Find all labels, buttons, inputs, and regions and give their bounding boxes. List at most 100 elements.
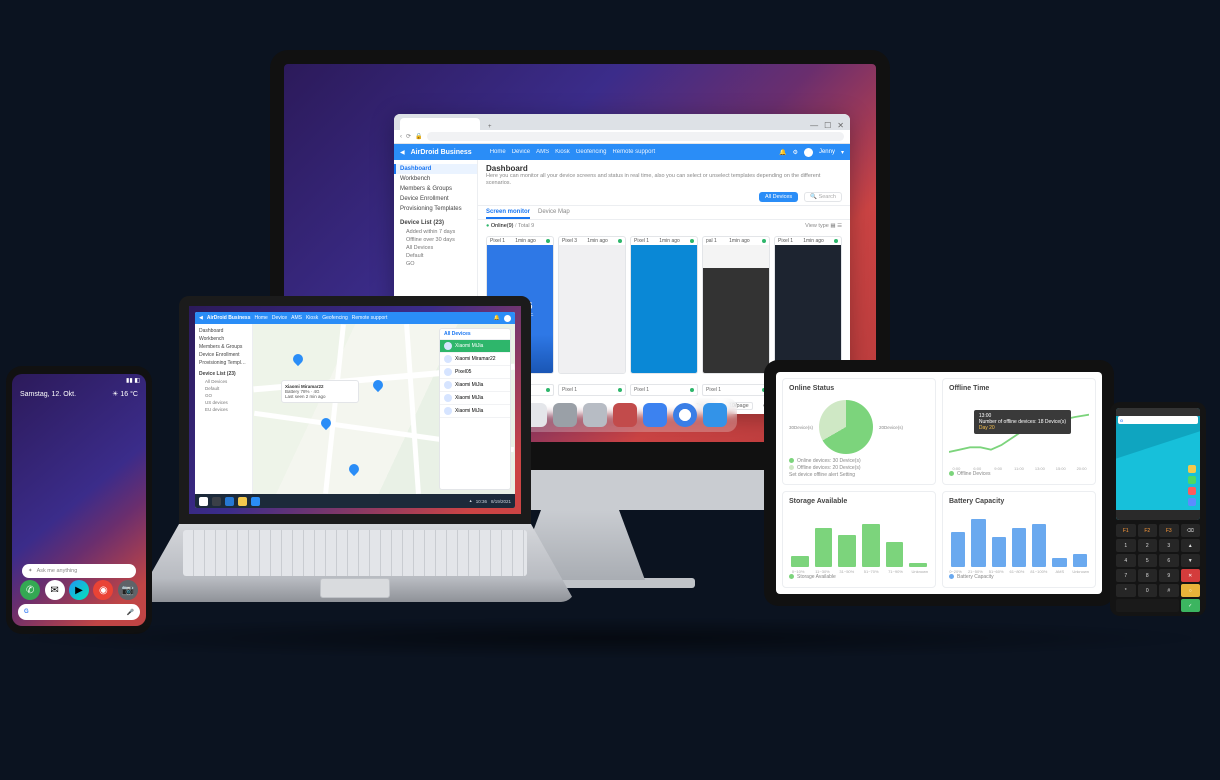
taskbar-search-icon[interactable]: [212, 497, 221, 506]
app-icon[interactable]: [251, 497, 260, 506]
browser-tabstrip[interactable]: + — ☐ ✕: [394, 114, 850, 130]
filter-go[interactable]: GO: [394, 260, 477, 268]
key-f3[interactable]: F3: [1159, 524, 1179, 537]
nav-geofencing[interactable]: Geofencing: [576, 149, 607, 155]
all-devices-button[interactable]: All Devices: [759, 192, 798, 202]
dock-app-icon[interactable]: [703, 403, 727, 427]
dock-app-icon[interactable]: [613, 403, 637, 427]
explorer-icon[interactable]: [238, 497, 247, 506]
edge-icon[interactable]: [225, 497, 234, 506]
filter-added-7d[interactable]: Added within 7 days: [394, 228, 477, 236]
device-list-item[interactable]: Xiaomi Miramar22: [440, 353, 510, 366]
user-avatar-icon[interactable]: [804, 148, 813, 157]
key-clear[interactable]: ○: [1181, 584, 1201, 597]
chrome-icon[interactable]: ◉: [93, 580, 113, 600]
device-card[interactable]: Pixel 1: [702, 384, 770, 396]
offline-alert-link[interactable]: Set device offline alert Setting: [789, 472, 929, 478]
map[interactable]: Xiaomi Miramar22 Battery 78% · 4G Last s…: [253, 324, 515, 494]
app-icon[interactable]: [1188, 476, 1196, 484]
assistant-bar[interactable]: ✦ Ask me anything: [22, 564, 136, 578]
sidebar-item-members[interactable]: Members & Groups: [394, 184, 477, 194]
key-7[interactable]: 7: [1116, 569, 1136, 582]
sidebar-item-members[interactable]: Members & Groups: [195, 343, 252, 351]
mic-icon[interactable]: 🎤: [127, 609, 134, 616]
filter-default[interactable]: Default: [394, 252, 477, 260]
gmail-icon[interactable]: ✉: [45, 580, 65, 600]
chevron-down-icon[interactable]: ▾: [841, 149, 844, 156]
url-field[interactable]: [427, 132, 844, 141]
nav-home[interactable]: Home: [254, 315, 267, 321]
key-2[interactable]: 2: [1138, 539, 1158, 552]
key-3[interactable]: 3: [1159, 539, 1179, 552]
windows-taskbar[interactable]: ▴ 10:36 8/19/2021: [195, 494, 515, 508]
gear-icon[interactable]: ⚙: [793, 149, 798, 156]
map-pin-icon[interactable]: [347, 462, 361, 476]
pos-screen[interactable]: G: [1116, 408, 1200, 520]
user-name[interactable]: Jenny: [819, 149, 835, 155]
device-card[interactable]: pal 11min ago: [702, 236, 770, 374]
key-up[interactable]: ▲: [1181, 539, 1201, 552]
search-input[interactable]: 🔍 Search: [804, 192, 842, 202]
sidebar-item-workbench[interactable]: Workbench: [394, 174, 477, 184]
key-4[interactable]: 4: [1116, 554, 1136, 567]
sidebar-device-list[interactable]: Device List (23): [394, 218, 477, 228]
sidebar-item-dashboard[interactable]: Dashboard: [394, 164, 477, 174]
app-icon[interactable]: [1188, 465, 1196, 473]
nav-kiosk[interactable]: Kiosk: [555, 149, 570, 155]
nav-remote[interactable]: Remote support: [612, 149, 655, 155]
sidebar-item-workbench[interactable]: Workbench: [195, 335, 252, 343]
tab-screen-monitor[interactable]: Screen monitor: [486, 209, 530, 219]
nav-kiosk[interactable]: Kiosk: [306, 315, 318, 321]
filter-item[interactable]: Default: [195, 385, 252, 392]
app-icon[interactable]: [1188, 487, 1196, 495]
app-icon[interactable]: [1188, 498, 1196, 506]
sidebar-item-enrollment[interactable]: Device Enrollment: [394, 194, 477, 204]
nav-ams[interactable]: AMS: [291, 315, 302, 321]
pos-search-bar[interactable]: G: [1118, 416, 1198, 424]
filter-all[interactable]: All Devices: [394, 244, 477, 252]
key-star[interactable]: *: [1116, 584, 1136, 597]
filter-item[interactable]: US devices: [195, 399, 252, 406]
phone-weather[interactable]: ☀ 16 °C: [112, 390, 138, 398]
sidebar-item-templates[interactable]: Provisioning Templates: [394, 204, 477, 214]
device-list-item[interactable]: Pixel05: [440, 366, 510, 379]
nav-ams[interactable]: AMS: [536, 149, 549, 155]
key-5[interactable]: 5: [1138, 554, 1158, 567]
nav-device[interactable]: Device: [272, 315, 287, 321]
filter-item[interactable]: EU devices: [195, 406, 252, 413]
dock-safari-icon[interactable]: [673, 403, 697, 427]
tray-icon[interactable]: ▴: [469, 498, 471, 504]
tab-device-map[interactable]: Device Map: [538, 209, 570, 219]
browser-tab[interactable]: [400, 118, 480, 130]
filter-offline-30d[interactable]: Offline over 30 days: [394, 236, 477, 244]
key-down[interactable]: ▼: [1181, 554, 1201, 567]
device-list-item[interactable]: Xiaomi MiJia: [440, 392, 510, 405]
key-cancel[interactable]: ✕: [1181, 569, 1201, 582]
device-list-item[interactable]: Xiaomi MiJia: [440, 340, 510, 353]
key-6[interactable]: 6: [1159, 554, 1179, 567]
nav-geofencing[interactable]: Geofencing: [322, 315, 348, 321]
map-pin-icon[interactable]: [291, 352, 305, 366]
dock-mail-icon[interactable]: [643, 403, 667, 427]
device-list-item[interactable]: Xiaomi MiJia: [440, 379, 510, 392]
key-8[interactable]: 8: [1138, 569, 1158, 582]
key-9[interactable]: 9: [1159, 569, 1179, 582]
key-enter[interactable]: ✓: [1181, 599, 1201, 612]
bell-icon[interactable]: 🔔: [779, 149, 786, 156]
key-0[interactable]: 0: [1138, 584, 1158, 597]
back-icon[interactable]: ‹: [400, 134, 402, 140]
nav-device[interactable]: Device: [512, 149, 530, 155]
filter-item[interactable]: All Devices: [195, 378, 252, 385]
reload-icon[interactable]: ⟳: [406, 133, 411, 140]
panel-header[interactable]: All Devices: [440, 329, 510, 340]
play-icon[interactable]: ▶: [69, 580, 89, 600]
android-navbar[interactable]: [1116, 510, 1200, 520]
filter-item[interactable]: GO: [195, 392, 252, 399]
device-card[interactable]: Pixel 11min ago: [774, 236, 842, 374]
dock-app-icon[interactable]: [583, 403, 607, 427]
phone-screen[interactable]: ▮▮ ◧ Samstag, 12. Okt. ☀ 16 °C ✦ Ask me …: [12, 374, 146, 626]
key-1[interactable]: 1: [1116, 539, 1136, 552]
key-backspace[interactable]: ⌫: [1181, 524, 1201, 537]
device-card[interactable]: Pixel 1: [630, 384, 698, 396]
key-hash[interactable]: #: [1159, 584, 1179, 597]
